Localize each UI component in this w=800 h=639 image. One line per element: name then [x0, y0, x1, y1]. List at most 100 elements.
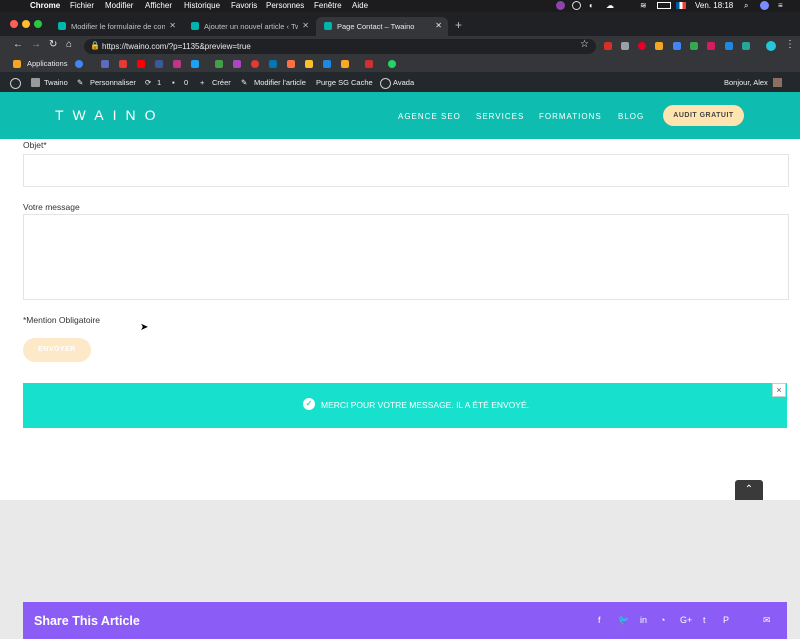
status-icon-2[interactable] [572, 1, 581, 10]
wordpress-logo-icon[interactable] [10, 78, 21, 89]
wp-greeting[interactable]: Bonjour, Alex [724, 78, 768, 87]
brush-icon[interactable]: ✎ [77, 78, 83, 87]
tab-ajouter-article[interactable]: Ajouter un nouvel article ‹ Twa ✕ [183, 17, 315, 36]
cloud-icon[interactable]: ☁ [606, 1, 614, 10]
tab-page-contact[interactable]: Page Contact – Twaino ✕ [316, 17, 448, 36]
apps-grid-icon[interactable] [13, 60, 21, 68]
bookmark-icon-7[interactable] [305, 60, 313, 68]
user-avatar[interactable] [773, 78, 782, 87]
address-bar[interactable]: 🔒 https://twaino.com/?p=1135&preview=tru… [84, 39, 596, 54]
bookmark-icon-9[interactable] [341, 60, 349, 68]
spotlight-icon[interactable]: ⌕ [744, 1, 748, 11]
zoom-window-icon[interactable] [34, 20, 42, 28]
facebook-icon[interactable]: f [598, 615, 601, 625]
twitter-icon[interactable]: 🐦 [618, 615, 629, 626]
extension-icon-1[interactable] [604, 42, 612, 50]
bookmark-icon-3[interactable] [215, 60, 223, 68]
avada-icon[interactable] [380, 78, 391, 89]
nav-agence-seo[interactable]: AGENCE SEO [398, 112, 461, 121]
menu-aide[interactable]: Aide [352, 1, 368, 10]
site-home-icon[interactable] [31, 78, 40, 87]
menu-app-name[interactable]: Chrome [30, 1, 60, 10]
twitter-bookmark-icon[interactable] [191, 60, 199, 68]
menu-historique[interactable]: Historique [184, 1, 220, 10]
comments-icon[interactable]: ▪ [172, 78, 175, 87]
forward-icon[interactable]: → [31, 39, 41, 50]
new-tab-icon[interactable]: + [455, 18, 462, 32]
scroll-to-top-button[interactable]: ⌃ [735, 480, 763, 500]
whatsapp-icon[interactable]: ◔ [660, 615, 665, 625]
status-icon-1[interactable] [556, 1, 565, 10]
bookmark-icon-5[interactable] [251, 60, 259, 68]
message-textarea[interactable] [23, 214, 789, 300]
menu-modifier[interactable]: Modifier [105, 1, 133, 10]
site-logo[interactable]: TWAINO [55, 107, 164, 123]
extension-icon-9[interactable] [742, 42, 750, 50]
wp-purge-cache[interactable]: Purge SG Cache [316, 78, 373, 87]
extension-icon-6[interactable] [690, 42, 698, 50]
reload-icon[interactable]: ↻ [49, 39, 57, 50]
battery-icon[interactable] [657, 2, 671, 9]
wp-customize[interactable]: Personnaliser [90, 78, 136, 87]
wp-comments-count[interactable]: 0 [184, 78, 188, 87]
bookmark-icon-2[interactable] [119, 60, 127, 68]
wp-avada[interactable]: Avada [393, 78, 414, 87]
close-alert-icon[interactable]: × [772, 383, 786, 397]
wp-new[interactable]: Créer [212, 78, 231, 87]
tab-modifier-formulaire[interactable]: Modifier le formulaire de conta ✕ [50, 17, 182, 36]
email-icon[interactable]: ✉ [763, 615, 771, 626]
bookmark-star-icon[interactable]: ☆ [580, 39, 589, 50]
close-tab-icon[interactable]: ✕ [435, 21, 442, 30]
menu-clock[interactable]: Ven. 18:18 [695, 1, 733, 10]
close-tab-icon[interactable]: ✕ [302, 21, 309, 30]
chrome-menu-icon[interactable]: ⋮ [785, 39, 795, 50]
status-icon-3[interactable]: ◐ [589, 1, 594, 10]
menu-fichier[interactable]: Fichier [70, 1, 94, 10]
notification-center-icon[interactable]: ≡ [778, 1, 783, 10]
nav-blog[interactable]: BLOG [618, 112, 644, 121]
menu-afficher[interactable]: Afficher [145, 1, 172, 10]
instagram-bookmark-icon[interactable] [173, 60, 181, 68]
updates-icon[interactable]: ⟳ [145, 78, 151, 87]
extension-icon-7[interactable] [707, 42, 715, 50]
whatsapp-bookmark-icon[interactable] [388, 60, 396, 68]
close-tab-icon[interactable]: ✕ [169, 21, 176, 30]
siri-icon[interactable] [760, 1, 769, 10]
bookmark-icon-8[interactable] [323, 60, 331, 68]
extension-icon-5[interactable] [673, 42, 681, 50]
pencil-icon[interactable]: ✎ [241, 78, 247, 87]
pinterest-extension-icon[interactable] [638, 42, 646, 50]
bookmark-applications[interactable]: Applications [27, 59, 67, 68]
extension-icon-8[interactable] [725, 42, 733, 50]
wp-updates-count[interactable]: 1 [157, 78, 161, 87]
wifi-icon[interactable]: ≋ [640, 1, 647, 10]
extension-icon-4[interactable] [655, 42, 663, 50]
youtube-bookmark-icon[interactable] [137, 60, 145, 68]
close-window-icon[interactable] [10, 20, 18, 28]
menu-fenetre[interactable]: Fenêtre [314, 1, 342, 10]
pinterest-icon[interactable]: P [723, 615, 729, 625]
flag-fr-icon[interactable] [676, 2, 686, 9]
wp-edit-article[interactable]: Modifier l'article [254, 78, 306, 87]
profile-avatar[interactable] [766, 41, 776, 51]
wp-site-name[interactable]: Twaino [44, 78, 68, 87]
menu-personnes[interactable]: Personnes [266, 1, 304, 10]
lock-icon[interactable]: 🔒 [90, 41, 100, 50]
bookmark-icon-1[interactable] [101, 60, 109, 68]
google-bookmark-icon[interactable] [75, 60, 83, 68]
bookmark-icon-6[interactable] [287, 60, 295, 68]
facebook-bookmark-icon[interactable] [155, 60, 163, 68]
linkedin-bookmark-icon[interactable] [269, 60, 277, 68]
submit-button[interactable]: ENVOYER [23, 338, 91, 362]
bookmark-icon-4[interactable] [233, 60, 241, 68]
bookmark-icon-10[interactable] [365, 60, 373, 68]
linkedin-icon[interactable]: in [640, 615, 647, 625]
audit-gratuit-button[interactable]: AUDIT GRATUIT [663, 105, 744, 126]
google-plus-icon[interactable]: G+ [680, 615, 692, 625]
extension-icon-2[interactable] [621, 42, 629, 50]
plus-icon[interactable]: + [200, 78, 204, 87]
nav-formations[interactable]: FORMATIONS [539, 112, 602, 121]
minimize-window-icon[interactable] [22, 20, 30, 28]
menu-favoris[interactable]: Favoris [231, 1, 257, 10]
back-icon[interactable]: ← [13, 39, 23, 50]
